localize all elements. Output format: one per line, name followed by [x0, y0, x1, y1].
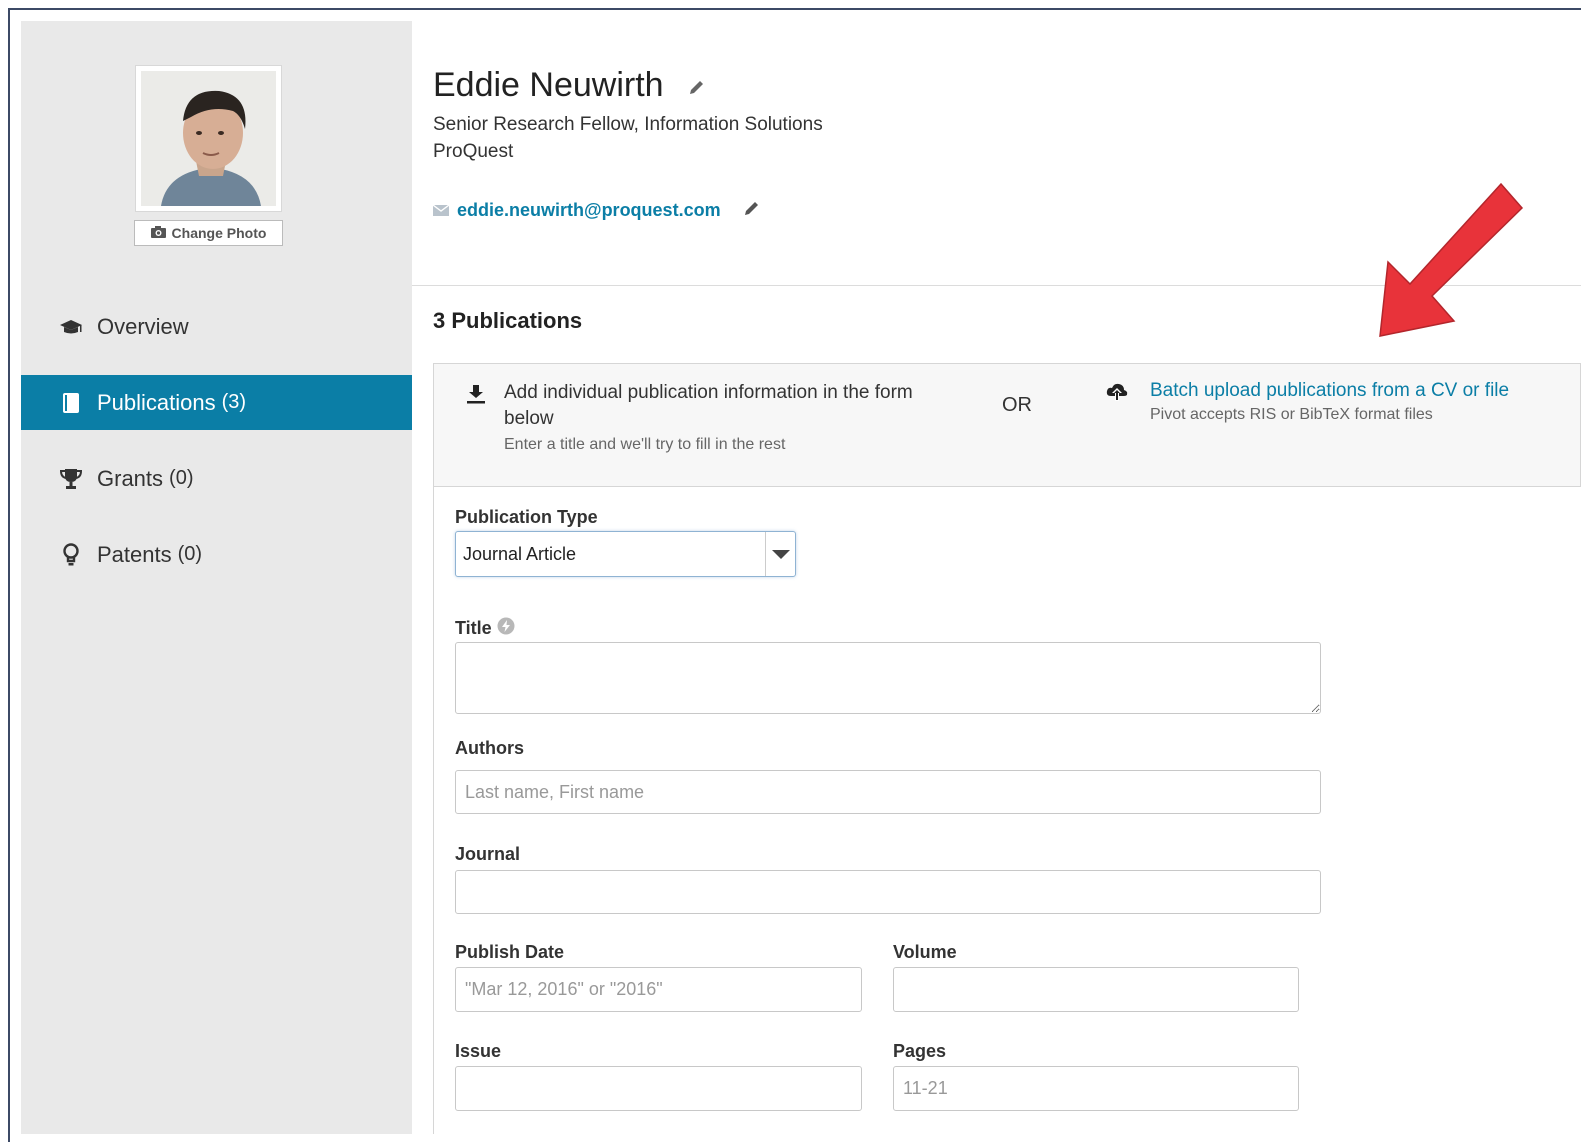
lightning-icon	[497, 617, 515, 640]
pages-input[interactable]	[893, 1066, 1299, 1111]
chevron-down-icon	[765, 532, 795, 576]
lightbulb-icon	[59, 542, 83, 567]
sidebar-item-count: (0)	[169, 467, 194, 489]
sidebar-item-overview[interactable]: Overview	[21, 299, 412, 354]
sidebar-item-grants[interactable]: Grants (0)	[21, 451, 412, 506]
camera-icon	[150, 225, 166, 241]
email-link[interactable]: eddie.neuwirth@proquest.com	[457, 200, 721, 221]
add-individual-subtext: Enter a title and we'll try to fill in t…	[504, 436, 786, 453]
batch-upload-subtext: Pivot accepts RIS or BibTeX format files	[1150, 406, 1433, 423]
authors-input[interactable]	[455, 770, 1321, 814]
change-photo-button[interactable]: Change Photo	[134, 220, 283, 246]
title-input[interactable]	[455, 642, 1321, 714]
publish-date-label: Publish Date	[455, 942, 565, 962]
profile-title: Senior Research Fellow, Information Solu…	[433, 114, 823, 135]
or-separator: OR	[1002, 394, 1032, 416]
publish-date-input[interactable]	[455, 967, 862, 1012]
authors-label: Authors	[455, 738, 524, 758]
sidebar-item-label: Grants	[97, 465, 164, 491]
profile-photo-frame	[135, 65, 282, 212]
journal-label: Journal	[455, 844, 521, 864]
sidebar: Change Photo Overview Publications (3) G…	[21, 21, 412, 1134]
publication-type-label: Publication Type	[455, 507, 598, 527]
publication-form: Publication Type Journal Article Title A…	[433, 487, 1581, 1134]
download-icon	[466, 384, 486, 454]
volume-input[interactable]	[893, 967, 1299, 1012]
title-label-row: Title	[455, 617, 515, 640]
sidebar-item-count: (0)	[177, 543, 203, 565]
cloud-upload-icon	[1106, 383, 1128, 424]
add-individual-option[interactable]: Add individual publication information i…	[466, 380, 944, 454]
book-icon	[59, 392, 83, 414]
sidebar-item-label: Patents	[97, 541, 172, 567]
profile-name-row: Eddie Neuwirth	[433, 66, 706, 105]
edit-name-pencil-icon[interactable]	[688, 66, 706, 105]
edit-email-pencil-icon[interactable]	[743, 199, 761, 222]
publication-type-select[interactable]: Journal Article	[455, 531, 796, 577]
change-photo-label: Change Photo	[171, 225, 267, 241]
add-individual-text: Add individual publication information i…	[504, 382, 913, 429]
sidebar-item-label: Overview	[97, 313, 189, 339]
add-publication-options: Add individual publication information i…	[433, 363, 1581, 487]
profile-photo	[141, 71, 276, 206]
sidebar-item-patents[interactable]: Patents (0)	[21, 527, 412, 582]
graduation-cap-icon	[59, 318, 83, 336]
title-label: Title	[455, 618, 492, 638]
issue-input[interactable]	[455, 1066, 862, 1111]
volume-label: Volume	[893, 942, 957, 962]
envelope-icon	[432, 200, 450, 221]
pages-label: Pages	[893, 1041, 947, 1061]
profile-organization: ProQuest	[433, 141, 514, 162]
email-row: eddie.neuwirth@proquest.com	[432, 199, 761, 222]
journal-input[interactable]	[455, 870, 1321, 914]
sidebar-item-count: (3)	[221, 391, 247, 413]
issue-label: Issue	[455, 1041, 502, 1061]
sidebar-item-publications[interactable]: Publications (3)	[21, 375, 412, 430]
sidebar-item-label: Publications	[97, 389, 216, 415]
publications-heading: 3 Publications	[433, 308, 583, 333]
annotation-arrow	[1366, 178, 1526, 348]
trophy-icon	[59, 468, 83, 490]
batch-upload-link[interactable]: Batch upload publications from a CV or f…	[1150, 380, 1509, 402]
publication-type-value: Journal Article	[463, 543, 577, 564]
batch-upload-option: Batch upload publications from a CV or f…	[1106, 380, 1509, 424]
profile-name: Eddie Neuwirth	[433, 66, 664, 104]
sidebar-nav: Overview Publications (3) Grants (0) Pat…	[21, 299, 412, 603]
